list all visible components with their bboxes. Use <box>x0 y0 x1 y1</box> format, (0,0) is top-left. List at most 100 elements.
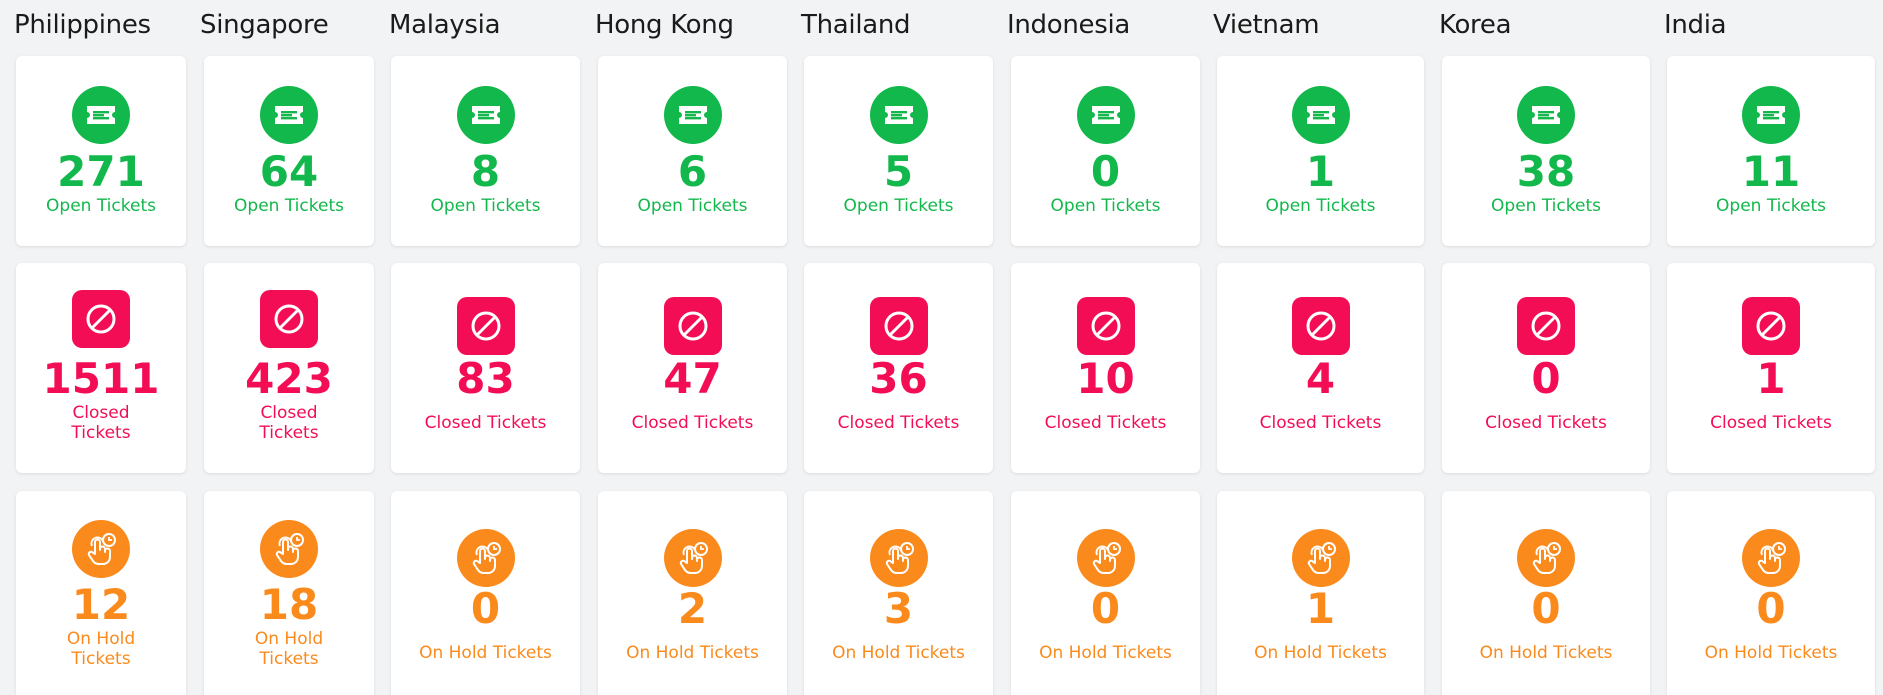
country-title: Philippines <box>14 10 151 40</box>
hand-clock-icon <box>1076 529 1135 587</box>
on-hold-tickets-card[interactable]: 0 On Hold Tickets <box>1667 491 1875 695</box>
open-tickets-count: 1 <box>1305 147 1336 196</box>
on-hold-tickets-count: 2 <box>677 584 708 633</box>
open-tickets-card[interactable]: 1 Open Tickets <box>1217 56 1424 246</box>
ban-icon <box>1517 297 1575 355</box>
open-tickets-count: 64 <box>259 147 319 196</box>
hand-clock-icon <box>456 529 515 587</box>
country-title: Hong Kong <box>595 10 734 40</box>
country-title: Malaysia <box>389 10 501 40</box>
on-hold-tickets-count: 0 <box>1531 584 1561 633</box>
on-hold-tickets-count: 12 <box>71 580 131 629</box>
open-tickets-count: 38 <box>1516 147 1576 196</box>
country-column-philippines: Philippines 271 Open Tickets 1511 Closed… <box>14 0 186 695</box>
open-tickets-label: Open Tickets <box>430 196 541 216</box>
country-column-thailand: Thailand 5 Open Tickets 36 Closed Ticket… <box>801 0 993 695</box>
open-tickets-label: Open Tickets <box>843 196 954 216</box>
open-tickets-label: Open Tickets <box>1716 196 1826 216</box>
closed-tickets-card[interactable]: 1511 Closed Tickets <box>16 263 186 473</box>
closed-tickets-count: 1511 <box>42 354 160 403</box>
closed-tickets-count: 4 <box>1305 354 1336 403</box>
on-hold-tickets-count: 0 <box>470 584 501 633</box>
open-tickets-count: 5 <box>883 147 914 196</box>
closed-tickets-count: 1 <box>1756 354 1786 403</box>
country-title: Thailand <box>801 10 911 40</box>
on-hold-tickets-card[interactable]: 0 On Hold Tickets <box>391 491 580 695</box>
ticket-icon <box>663 86 722 144</box>
country-column-vietnam: Vietnam 1 Open Tickets 4 Closed Tickets … <box>1213 0 1425 695</box>
ban-icon <box>1076 297 1135 355</box>
ticket-icon <box>1742 86 1800 144</box>
open-tickets-label: Open Tickets <box>234 196 344 216</box>
closed-tickets-card[interactable]: 83 Closed Tickets <box>391 263 580 473</box>
closed-tickets-count: 0 <box>1531 354 1561 403</box>
on-hold-tickets-label: On Hold Tickets <box>832 643 965 663</box>
open-tickets-card[interactable]: 0 Open Tickets <box>1011 56 1200 246</box>
closed-tickets-card[interactable]: 423 Closed Tickets <box>204 263 374 473</box>
closed-tickets-count: 10 <box>1076 354 1135 403</box>
country-title: Vietnam <box>1213 10 1320 40</box>
open-tickets-card[interactable]: 64 Open Tickets <box>204 56 374 246</box>
closed-tickets-label: Closed Tickets <box>259 403 319 443</box>
country-column-malaysia: Malaysia 8 Open Tickets 83 Closed Ticket… <box>389 0 581 695</box>
on-hold-tickets-count: 3 <box>883 584 914 633</box>
country-column-hong-kong: Hong Kong 6 Open Tickets 47 Closed Ticke… <box>595 0 787 695</box>
country-column-indonesia: Indonesia 0 Open Tickets 10 Closed Ticke… <box>1007 0 1200 695</box>
on-hold-tickets-count: 0 <box>1090 584 1121 633</box>
closed-tickets-card[interactable]: 4 Closed Tickets <box>1217 263 1424 473</box>
ban-icon <box>72 290 130 348</box>
ticket-icon <box>260 86 318 144</box>
closed-tickets-card[interactable]: 36 Closed Tickets <box>804 263 993 473</box>
on-hold-tickets-label: On Hold Tickets <box>254 629 324 669</box>
on-hold-tickets-label: On Hold Tickets <box>1479 643 1613 663</box>
open-tickets-count: 0 <box>1090 147 1121 196</box>
on-hold-tickets-card[interactable]: 0 On Hold Tickets <box>1011 491 1200 695</box>
open-tickets-card[interactable]: 38 Open Tickets <box>1442 56 1650 246</box>
closed-tickets-count: 47 <box>663 354 722 403</box>
open-tickets-card[interactable]: 5 Open Tickets <box>804 56 993 246</box>
on-hold-tickets-label: On Hold Tickets <box>66 629 136 669</box>
closed-tickets-label: Closed Tickets <box>1485 413 1607 433</box>
closed-tickets-card[interactable]: 1 Closed Tickets <box>1667 263 1875 473</box>
on-hold-tickets-card[interactable]: 1 On Hold Tickets <box>1217 491 1424 695</box>
on-hold-tickets-card[interactable]: 3 On Hold Tickets <box>804 491 993 695</box>
on-hold-tickets-label: On Hold Tickets <box>1039 643 1172 663</box>
closed-tickets-label: Closed Tickets <box>631 413 754 433</box>
closed-tickets-label: Closed Tickets <box>1259 413 1382 433</box>
on-hold-tickets-card[interactable]: 0 On Hold Tickets <box>1442 491 1650 695</box>
open-tickets-card[interactable]: 271 Open Tickets <box>16 56 186 246</box>
ticket-dashboard: Philippines 271 Open Tickets 1511 Closed… <box>0 0 1883 695</box>
country-column-india: India 11 Open Tickets 1 Closed Tickets 0… <box>1664 0 1880 695</box>
hand-clock-icon <box>1742 529 1800 587</box>
closed-tickets-card[interactable]: 0 Closed Tickets <box>1442 263 1650 473</box>
open-tickets-card[interactable]: 6 Open Tickets <box>598 56 787 246</box>
country-title: India <box>1664 10 1727 40</box>
closed-tickets-label: Closed Tickets <box>1710 413 1832 433</box>
open-tickets-card[interactable]: 8 Open Tickets <box>391 56 580 246</box>
ban-icon <box>663 297 722 355</box>
ticket-icon <box>456 86 515 144</box>
on-hold-tickets-label: On Hold Tickets <box>1704 643 1838 663</box>
on-hold-tickets-count: 1 <box>1305 584 1336 633</box>
country-title: Singapore <box>200 10 329 40</box>
hand-clock-icon <box>869 529 928 587</box>
ban-icon <box>1742 297 1800 355</box>
on-hold-tickets-card[interactable]: 2 On Hold Tickets <box>598 491 787 695</box>
ban-icon <box>260 290 318 348</box>
closed-tickets-count: 423 <box>245 354 333 403</box>
closed-tickets-label: Closed Tickets <box>837 413 960 433</box>
on-hold-tickets-label: On Hold Tickets <box>419 643 552 663</box>
hand-clock-icon <box>1517 529 1575 587</box>
closed-tickets-card[interactable]: 47 Closed Tickets <box>598 263 787 473</box>
hand-clock-icon <box>1291 529 1350 587</box>
hand-clock-icon <box>72 520 130 578</box>
hand-clock-icon <box>663 529 722 587</box>
open-tickets-label: Open Tickets <box>1050 196 1161 216</box>
on-hold-tickets-card[interactable]: 12 On Hold Tickets <box>16 491 186 695</box>
hand-clock-icon <box>260 520 318 578</box>
closed-tickets-label: Closed Tickets <box>71 403 131 443</box>
open-tickets-card[interactable]: 11 Open Tickets <box>1667 56 1875 246</box>
on-hold-tickets-card[interactable]: 18 On Hold Tickets <box>204 491 374 695</box>
ticket-icon <box>869 86 928 144</box>
closed-tickets-card[interactable]: 10 Closed Tickets <box>1011 263 1200 473</box>
